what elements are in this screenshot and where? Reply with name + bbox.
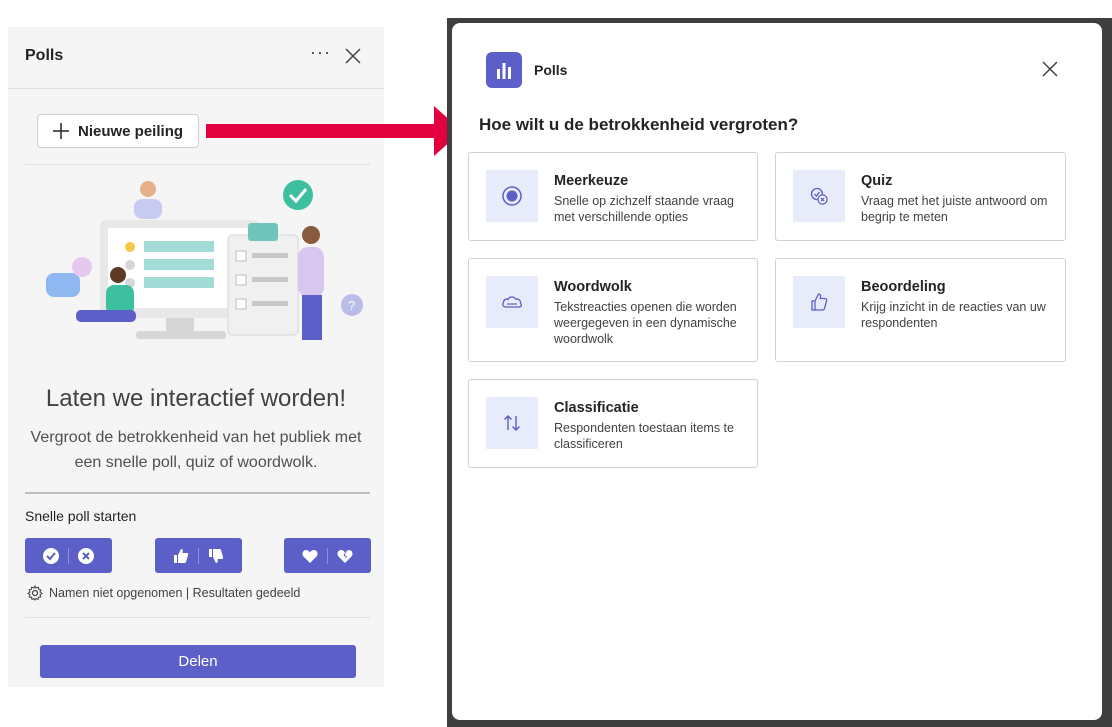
option-title: Woordwolk (554, 279, 632, 295)
new-poll-label: Nieuwe peiling (78, 122, 184, 140)
close-icon[interactable] (342, 45, 364, 67)
close-icon[interactable] (1040, 59, 1060, 79)
poll-settings-info[interactable]: Namen niet opgenomen | Resultaten gedeel… (27, 585, 300, 601)
option-card-quiz[interactable]: Quiz Vraag met het juiste antwoord om be… (775, 152, 1066, 241)
quick-poll-hearts-button[interactable] (284, 538, 371, 573)
option-description: Respondenten toestaan items te classific… (554, 421, 734, 451)
pointer-arrow (206, 106, 462, 156)
app-name: Polls (534, 62, 568, 78)
gear-icon (27, 585, 43, 601)
heart-icon (302, 549, 318, 563)
bar-chart-icon (497, 63, 511, 79)
option-card-meerkeuze[interactable]: Meerkeuze Snelle op zichzelf staande vra… (468, 152, 758, 241)
divider (25, 617, 370, 618)
broken-heart-icon (337, 549, 353, 563)
quiz-icon (810, 187, 828, 205)
polls-app-icon (486, 52, 522, 88)
option-title: Classificatie (554, 400, 639, 416)
option-card-beoordeling[interactable]: Beoordeling Krijg inzicht in de reacties… (775, 258, 1066, 362)
share-button[interactable]: Delen (40, 645, 356, 678)
option-icon-box (486, 276, 538, 328)
check-circle-icon (43, 547, 59, 564)
divider (25, 164, 370, 165)
option-title: Meerkeuze (554, 173, 629, 189)
panel-header: Polls ··· (8, 27, 384, 89)
svg-text:?: ? (348, 298, 355, 313)
option-description: Krijg inzicht in de reacties van uw resp… (861, 300, 1046, 330)
thumbs-up-icon (174, 548, 189, 563)
poll-illustration: ? (46, 180, 363, 340)
more-options-button[interactable]: ··· (310, 42, 331, 63)
hero-subtitle: Vergroot de betrokkenheid van het publie… (30, 429, 362, 471)
panel-title: Polls (25, 47, 64, 64)
option-description: Snelle op zichzelf staande vraag met ver… (554, 194, 734, 224)
thumbs-down-icon (209, 548, 224, 563)
new-poll-dialog: Polls Hoe wilt u de betrokkenheid vergro… (452, 23, 1102, 720)
option-card-classificatie[interactable]: Classificatie Respondenten toestaan item… (468, 379, 758, 468)
dialog-question: Hoe wilt u de betrokkenheid vergroten? (479, 115, 799, 134)
quick-poll-label: Snelle poll starten (25, 508, 137, 524)
option-icon-box (486, 170, 538, 222)
option-icon-box (793, 276, 845, 328)
hero-title: Laten we interactief worden! (45, 385, 347, 412)
radio-icon (502, 186, 522, 206)
option-icon-box (793, 170, 845, 222)
divider (25, 492, 370, 494)
plus-icon (53, 123, 69, 139)
quick-poll-thumbs-button[interactable] (155, 538, 242, 573)
new-poll-button[interactable]: Nieuwe peiling (37, 114, 199, 148)
page: Polls ··· Nieuwe peiling ? Laten we inte… (0, 0, 1112, 727)
option-icon-box (486, 397, 538, 449)
option-description: Tekstreacties openen die worden weergege… (554, 300, 737, 346)
thumbs-up-icon (811, 293, 828, 311)
option-title: Quiz (861, 173, 893, 189)
cross-circle-icon (78, 547, 94, 564)
option-description: Vraag met het juiste antwoord om begrip … (861, 194, 1048, 224)
settings-text: Namen niet opgenomen | Resultaten gedeel… (49, 586, 301, 600)
option-card-woordwolk[interactable]: Woordwolk Tekstreacties openen die worde… (468, 258, 758, 362)
cloud-icon (502, 296, 522, 308)
option-title: Beoordeling (861, 279, 946, 295)
quick-poll-check-cross-button[interactable] (25, 538, 112, 573)
sort-arrows-icon (504, 415, 520, 431)
